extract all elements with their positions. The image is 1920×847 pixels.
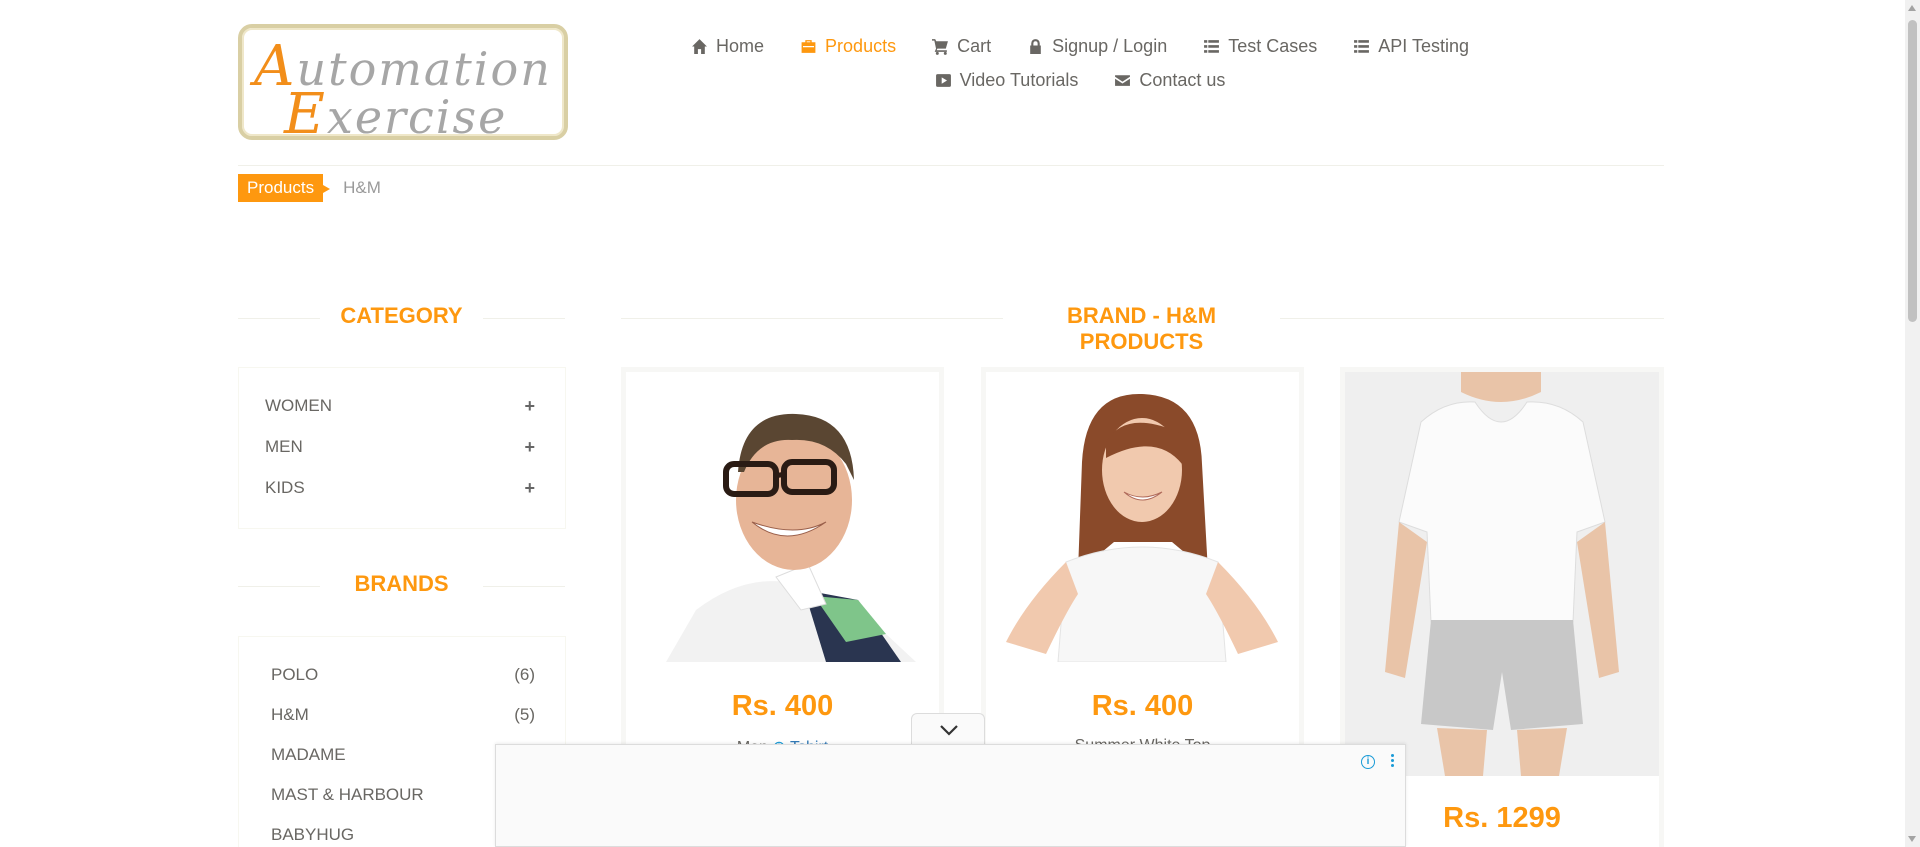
- plus-icon[interactable]: +: [524, 437, 535, 458]
- nav-contact-us[interactable]: Contact us: [1114, 70, 1225, 91]
- nav-api-testing[interactable]: API Testing: [1353, 36, 1469, 57]
- envelope-icon: [1115, 75, 1131, 86]
- scroll-up-arrow-icon[interactable]: [1908, 5, 1916, 11]
- category-women[interactable]: WOMEN +: [265, 396, 535, 417]
- breadcrumb-products-link[interactable]: Products: [238, 174, 331, 202]
- nav-signup-login[interactable]: Signup / Login: [1027, 36, 1167, 57]
- vertical-scrollbar[interactable]: [1905, 0, 1920, 847]
- product-price: Rs. 400: [1091, 690, 1194, 722]
- category-men[interactable]: MEN +: [265, 437, 535, 458]
- brand-count: (6): [514, 665, 535, 684]
- brands-title-line-left: [238, 586, 320, 587]
- nav-test-cases[interactable]: Test Cases: [1203, 36, 1317, 57]
- breadcrumb: Products H&M: [238, 174, 381, 202]
- category-title-line-right: [483, 318, 565, 319]
- list-icon: [1204, 40, 1220, 53]
- main-nav: Home Products Cart Signup / Login Test C…: [692, 36, 1469, 104]
- list-icon: [1354, 40, 1370, 53]
- category-title-line-left: [238, 318, 320, 319]
- products-icon: [801, 40, 816, 53]
- site-logo[interactable]: Automation Exercise: [238, 24, 568, 147]
- brand-count: (5): [514, 705, 535, 724]
- product-image-men-tshirt[interactable]: [626, 372, 939, 662]
- nav-home[interactable]: Home: [691, 36, 764, 57]
- nav-video-tutorials[interactable]: Video Tutorials: [935, 70, 1078, 91]
- brand-polo[interactable]: POLO (6): [271, 665, 535, 685]
- product-price: Rs. 400: [731, 690, 834, 722]
- category-title: CATEGORY: [340, 303, 463, 328]
- nav-cart[interactable]: Cart: [932, 36, 991, 57]
- category-kids[interactable]: KIDS +: [265, 478, 535, 499]
- ad-banner[interactable]: i: [495, 744, 1406, 847]
- scroll-down-arrow-icon[interactable]: [1908, 836, 1916, 842]
- youtube-play-icon: [935, 74, 951, 87]
- category-panel: WOMEN + MEN + KIDS +: [238, 367, 566, 529]
- product-image-summer-white-top[interactable]: [986, 372, 1299, 662]
- plus-icon[interactable]: +: [524, 478, 535, 499]
- ad-menu-icon[interactable]: [1391, 754, 1395, 769]
- home-icon: [692, 39, 707, 54]
- cart-icon: [932, 39, 949, 55]
- ad-info-icon[interactable]: i: [1361, 755, 1375, 769]
- product-image-white-tshirt[interactable]: [1345, 372, 1659, 776]
- products-title-line-right: [1280, 318, 1664, 319]
- logo-line-2: Exercise: [284, 82, 508, 147]
- brands-title: BRANDS: [354, 571, 449, 596]
- breadcrumb-current: H&M: [343, 178, 381, 197]
- scrollbar-thumb[interactable]: [1908, 20, 1917, 322]
- products-section-title: BRAND - H&M PRODUCTS: [1066, 303, 1217, 354]
- products-title-line-left: [621, 318, 1003, 319]
- brands-title-line-right: [483, 586, 565, 587]
- chevron-down-icon: [940, 725, 958, 736]
- ad-collapse-tab[interactable]: [911, 713, 985, 745]
- plus-icon[interactable]: +: [524, 396, 535, 417]
- header-divider: [238, 165, 1664, 166]
- nav-products[interactable]: Products: [800, 36, 896, 57]
- brand-hm[interactable]: H&M (5): [271, 705, 535, 725]
- lock-icon: [1030, 39, 1041, 54]
